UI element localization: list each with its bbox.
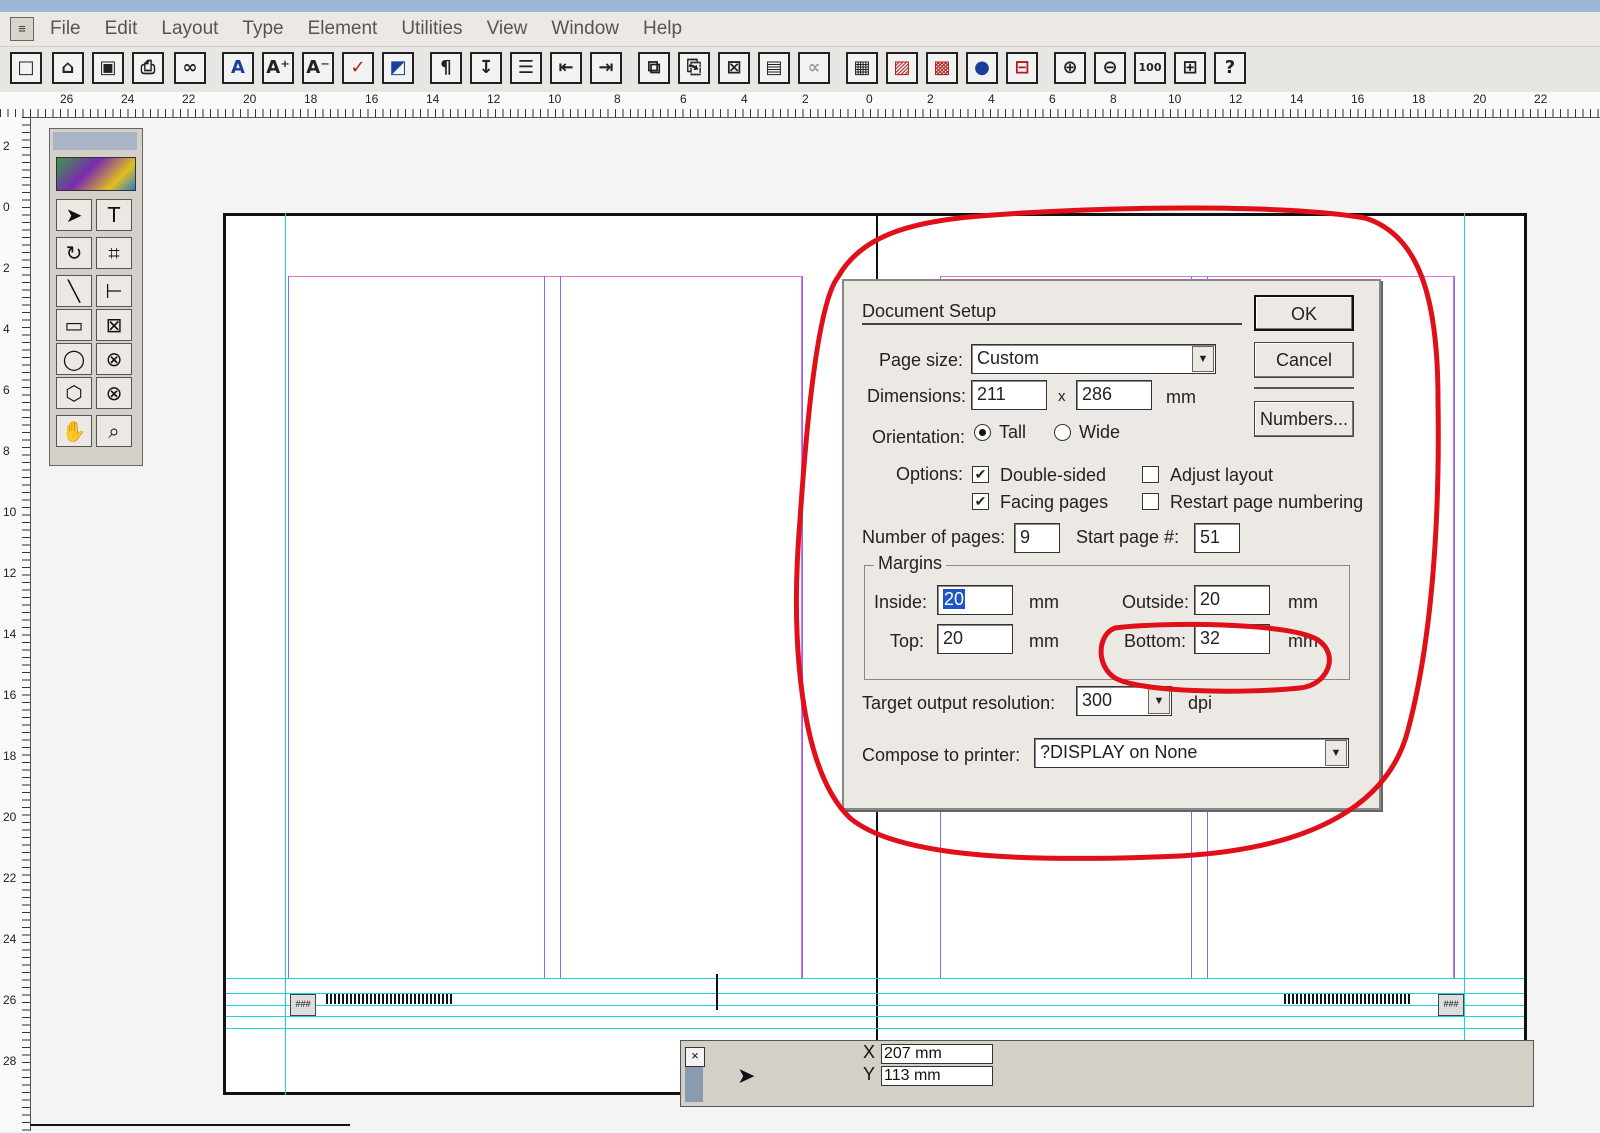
cursor-arrow-icon: ➤ [737, 1063, 756, 1088]
y-position-field[interactable]: 113 mm [881, 1066, 993, 1086]
control-palette: × ➤ X 207 mm Y 113 mm [680, 1040, 1534, 1107]
palette-grip[interactable] [685, 1067, 703, 1102]
x-position-field[interactable]: 207 mm [881, 1044, 993, 1064]
annotation-circle-dialog [794, 205, 1441, 861]
annotation-circle-bottom-field [1098, 621, 1332, 694]
y-label: Y [863, 1064, 876, 1084]
x-label: X [863, 1042, 876, 1062]
annotation-overlay [794, 205, 1441, 861]
page-icons-bar[interactable] [30, 1124, 350, 1133]
close-icon[interactable]: × [685, 1047, 705, 1067]
